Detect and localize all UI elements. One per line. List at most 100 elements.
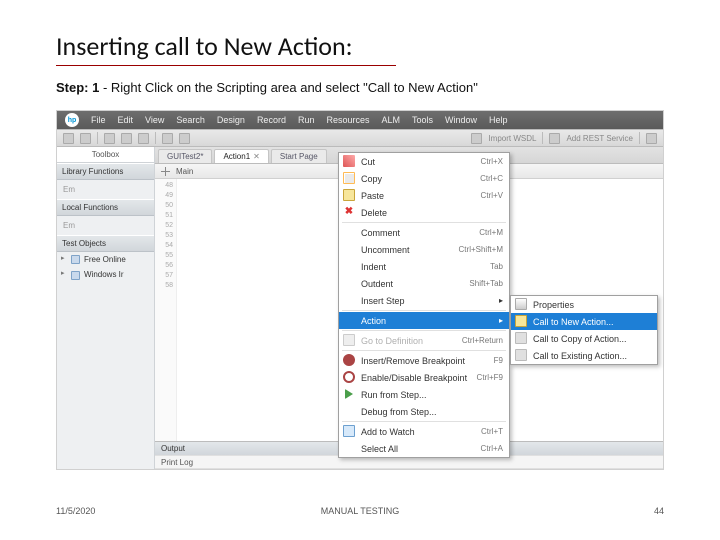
shortcut: Shift+Tab [469, 279, 503, 288]
tab-start-page[interactable]: Start Page [271, 149, 327, 163]
shortcut: F9 [494, 356, 503, 365]
sidebar-section-local[interactable]: Local Functions [57, 199, 154, 216]
shortcut: Ctrl+M [479, 228, 503, 237]
line-number: 58 [155, 281, 173, 291]
app-toolbar: Import WSDL Add REST Service [57, 129, 663, 147]
ctx-breakpoint-insert[interactable]: Insert/Remove Breakpoint F9 [339, 352, 509, 369]
submenu-properties[interactable]: Properties [511, 296, 657, 313]
paste-icon [343, 189, 355, 201]
submenu-call-existing-action[interactable]: Call to Existing Action... [511, 347, 657, 364]
ctx-delete[interactable]: ✖ Delete [339, 204, 509, 221]
submenu-arrow-icon: ▸ [499, 296, 503, 305]
ctx-action[interactable]: Action▸ [339, 312, 509, 329]
ctx-label: Cut [361, 157, 375, 167]
toolbar-button[interactable] [179, 133, 190, 144]
ctx-label: Select All [361, 444, 398, 454]
tree-item-windows[interactable]: Windows Ir [57, 267, 154, 282]
submenu-call-new-action[interactable]: Call to New Action... [511, 313, 657, 330]
menu-edit[interactable]: Edit [118, 115, 134, 125]
toolbar-button[interactable] [63, 133, 74, 144]
toolbar-button[interactable] [549, 133, 560, 144]
toolbar-separator [639, 132, 640, 144]
ctx-copy[interactable]: CopyCtrl+C [339, 170, 509, 187]
slide-title: Inserting call to New Action: [56, 30, 353, 62]
toolbar-separator [97, 132, 98, 144]
menu-record[interactable]: Record [257, 115, 286, 125]
ctx-label: Go to Definition [361, 336, 423, 346]
ctx-goto-definition[interactable]: Go to DefinitionCtrl+Return [339, 332, 509, 349]
sidebar: Toolbox Library Functions Em Local Funct… [57, 147, 155, 469]
close-icon[interactable]: ✕ [253, 152, 260, 161]
shortcut: Ctrl+X [481, 157, 503, 166]
menu-help[interactable]: Help [489, 115, 508, 125]
submenu-call-copy-action[interactable]: Call to Copy of Action... [511, 330, 657, 347]
line-number: 51 [155, 211, 173, 221]
ctx-indent[interactable]: IndentTab [339, 258, 509, 275]
toolbar-import-wsdl[interactable]: Import WSDL [488, 134, 536, 143]
toolbar-button[interactable] [471, 133, 482, 144]
toolbar-button[interactable] [121, 133, 132, 144]
menu-resources[interactable]: Resources [326, 115, 369, 125]
ctx-add-watch[interactable]: Add to WatchCtrl+T [339, 423, 509, 440]
app-menubar: hp File Edit View Search Design Record R… [57, 111, 663, 129]
ctx-label: Insert/Remove Breakpoint [361, 356, 465, 366]
menu-view[interactable]: View [145, 115, 164, 125]
line-number: 48 [155, 181, 173, 191]
footer-title: MANUAL TESTING [0, 506, 720, 516]
shortcut: Ctrl+A [481, 444, 503, 453]
ctx-comment[interactable]: Comment Ctrl+M [339, 224, 509, 241]
ctx-cut[interactable]: Cut Ctrl+X [339, 153, 509, 170]
menu-run[interactable]: Run [298, 115, 315, 125]
sidebar-section-library[interactable]: Library Functions [57, 163, 154, 180]
sidebar-toolbox-tab[interactable]: Toolbox [57, 147, 154, 163]
tab-guitest2[interactable]: GUITest2* [158, 149, 212, 163]
toolbar-button[interactable] [162, 133, 173, 144]
delete-icon: ✖ [343, 206, 355, 218]
sidebar-section-test-objects[interactable]: Test Objects [57, 235, 154, 252]
menu-window[interactable]: Window [445, 115, 477, 125]
ctx-uncomment[interactable]: UncommentCtrl+Shift+M [339, 241, 509, 258]
ctx-insert-step[interactable]: Insert Step▸ [339, 292, 509, 309]
ctx-label: Add to Watch [361, 427, 415, 437]
action-submenu: Properties Call to New Action... Call to… [510, 295, 658, 365]
ctx-label: Delete [361, 208, 387, 218]
ctx-debug-from-step[interactable]: Debug from Step... [339, 403, 509, 420]
menu-file[interactable]: File [91, 115, 106, 125]
toolbar-button[interactable] [104, 133, 115, 144]
run-icon [345, 389, 353, 399]
properties-icon [515, 298, 527, 310]
menu-design[interactable]: Design [217, 115, 245, 125]
call-action-icon [515, 332, 527, 344]
ctx-outdent[interactable]: OutdentShift+Tab [339, 275, 509, 292]
object-icon [71, 255, 80, 264]
ctx-run-from-step[interactable]: Run from Step... [339, 386, 509, 403]
ctx-label: Debug from Step... [361, 407, 437, 417]
tab-action1[interactable]: Action1✕ [214, 149, 268, 163]
menu-separator [342, 421, 506, 422]
tree-item-free-online[interactable]: Free Online [57, 252, 154, 267]
line-number: 56 [155, 261, 173, 271]
action-hierarchy-icon [161, 167, 170, 176]
menu-alm[interactable]: ALM [382, 115, 401, 125]
ctx-label: Comment [361, 228, 400, 238]
line-number: 52 [155, 221, 173, 231]
ctx-paste[interactable]: PasteCtrl+V [339, 187, 509, 204]
ctx-breakpoint-toggle[interactable]: Enable/Disable BreakpointCtrl+F9 [339, 369, 509, 386]
toolbar-add-rest[interactable]: Add REST Service [566, 134, 633, 143]
ctx-label: Run from Step... [361, 390, 427, 400]
toolbar-button[interactable] [80, 133, 91, 144]
toolbar-button[interactable] [646, 133, 657, 144]
submenu-label: Call to New Action... [533, 317, 614, 327]
shortcut: Ctrl+C [480, 174, 503, 183]
ctx-select-all[interactable]: Select All Ctrl+A [339, 440, 509, 457]
toolbar-button[interactable] [138, 133, 149, 144]
breadcrumb-label: Main [176, 167, 193, 176]
breakpoint-disabled-icon [343, 371, 355, 383]
breakpoint-icon [343, 354, 355, 366]
menu-tools[interactable]: Tools [412, 115, 433, 125]
context-menu: Cut Ctrl+X CopyCtrl+C PasteCtrl+V ✖ Delete… [338, 152, 510, 458]
line-number: 55 [155, 251, 173, 261]
toolbar-separator [155, 132, 156, 144]
menu-search[interactable]: Search [176, 115, 205, 125]
title-underline [56, 65, 396, 66]
